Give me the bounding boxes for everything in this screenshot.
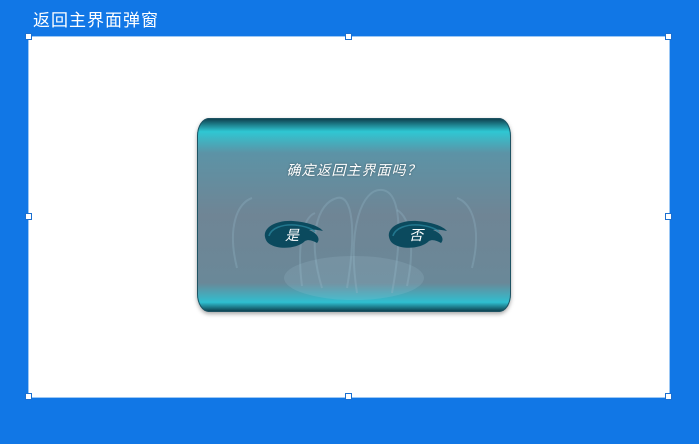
resize-handle-bottom-left[interactable] [25,393,32,400]
resize-handle-middle-right[interactable] [665,213,672,220]
no-button-label: 否 [409,228,423,244]
return-to-main-dialog: 确定返回主界面吗？ 是 否 [197,118,511,312]
resize-handle-bottom-right[interactable] [665,393,672,400]
yes-button[interactable]: 是 [259,217,325,251]
resize-handle-middle-left[interactable] [25,213,32,220]
no-button[interactable]: 否 [383,217,449,251]
yes-button-label: 是 [285,228,299,244]
resize-handle-bottom-center[interactable] [345,393,352,400]
resize-handle-top-left[interactable] [25,33,32,40]
dialog-decoration [231,188,478,300]
resize-handle-top-center[interactable] [345,33,352,40]
window-title: 返回主界面弹窗 [33,11,159,31]
confirm-question-text: 确定返回主界面吗？ [286,163,422,179]
resize-handle-top-right[interactable] [665,33,672,40]
